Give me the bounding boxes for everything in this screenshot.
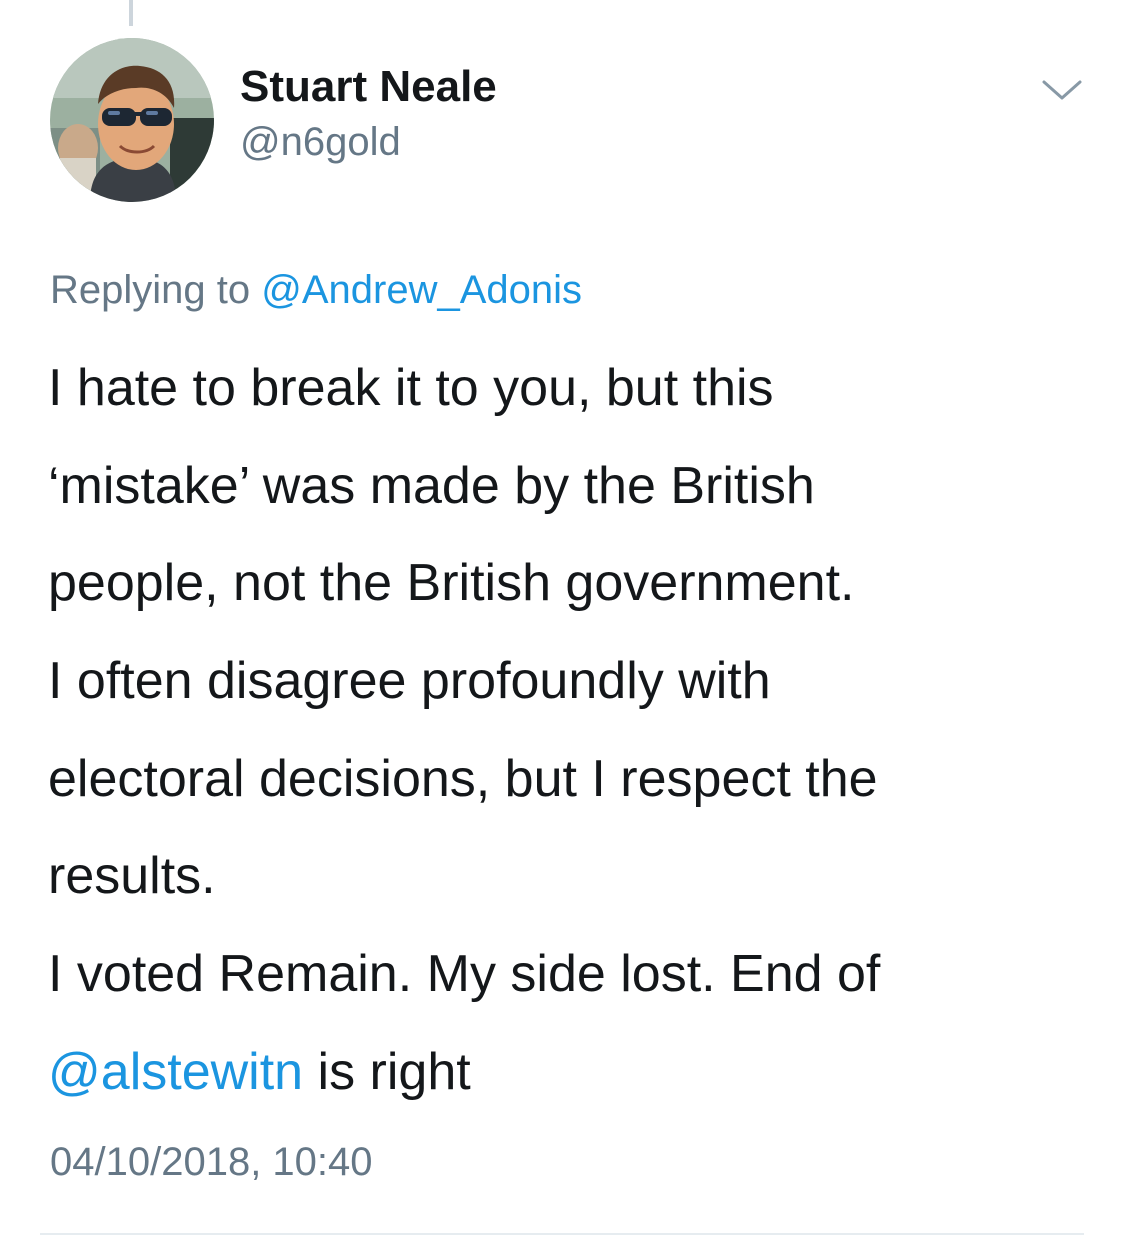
tweet-line: results. (48, 847, 216, 906)
thread-connector-line (129, 0, 133, 26)
tweet-mention-link[interactable]: @alstewitn (48, 1043, 303, 1101)
avatar[interactable] (50, 38, 214, 202)
tweet-line-suffix: is right (303, 1042, 471, 1101)
tweet-line: I hate to break it to you, but this (48, 359, 774, 417)
tweet-timestamp[interactable]: 04/10/2018, 10:40 (50, 1140, 373, 1185)
tweet-line: I often disagree profoundly with (48, 652, 771, 711)
avatar-photo (50, 38, 214, 202)
tweet-text: I hate to break it to you, but this ‘mis… (48, 340, 1098, 1122)
chevron-down-icon[interactable] (1040, 76, 1084, 106)
reply-context-prefix: Replying to (50, 268, 251, 312)
divider (40, 1233, 1084, 1235)
tweet-line: people, not the British government. (48, 554, 855, 613)
reply-mention-link[interactable]: @Andrew_Adonis (261, 268, 582, 312)
tweet-line: ‘mistake’ was made by the British (48, 456, 815, 515)
author-name[interactable]: Stuart Neale (240, 62, 497, 112)
author-handle[interactable]: @n6gold (240, 120, 401, 165)
tweet-line: electoral decisions, but I respect the (48, 749, 878, 808)
tweet-line-last: @alstewitn is right (48, 1024, 1098, 1122)
tweet-line: I voted Remain. My side lost. End of (48, 945, 881, 1004)
reply-context: Replying to @Andrew_Adonis (50, 268, 582, 313)
